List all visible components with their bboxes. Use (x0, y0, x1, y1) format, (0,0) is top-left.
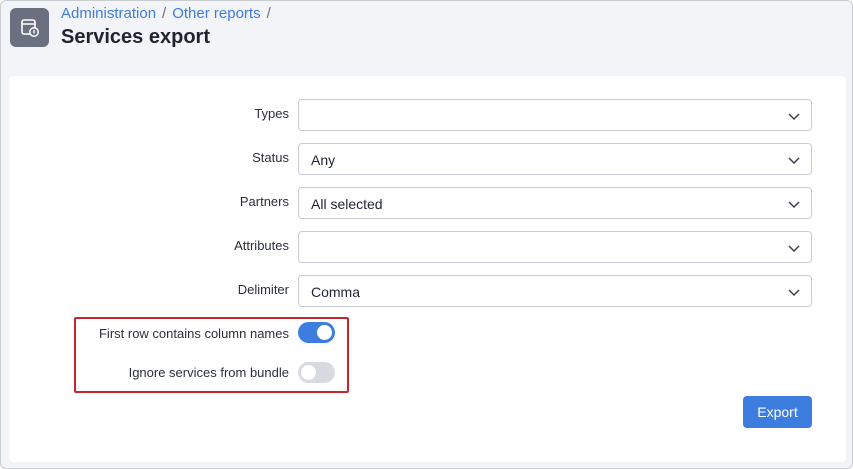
breadcrumb-separator: / (162, 5, 167, 22)
attributes-label: Attributes (234, 238, 289, 253)
toggle-knob (301, 365, 316, 380)
page-header: Administration / Other reports / Services e… (1, 1, 852, 71)
delimiter-select[interactable]: Comma (298, 275, 812, 307)
partners-select[interactable]: All selected (298, 187, 812, 219)
page-title: Services export (61, 26, 210, 48)
status-select[interactable]: Any (298, 143, 812, 175)
first-row-toggle[interactable] (298, 322, 335, 343)
toggle-knob (317, 325, 332, 340)
chevron-down-icon (788, 157, 800, 165)
ignore-bundle-label: Ignore services from bundle (128, 365, 289, 380)
delimiter-value: Comma (311, 284, 361, 300)
chevron-down-icon (788, 201, 800, 209)
app-window: Administration / Other reports / Services e… (0, 0, 853, 469)
breadcrumb: Administration / Other reports / (61, 5, 277, 22)
status-value: Any (311, 152, 336, 168)
types-label: Types (254, 106, 289, 121)
attributes-select[interactable] (298, 231, 812, 263)
status-label: Status (252, 150, 289, 165)
export-form-panel: Types Status Any Partners All selected A… (9, 76, 846, 462)
types-select[interactable] (298, 99, 812, 131)
delimiter-label: Delimiter (237, 282, 289, 297)
first-row-label: First row contains column names (98, 326, 289, 341)
report-document-icon (10, 8, 49, 47)
ignore-bundle-toggle[interactable] (298, 362, 335, 383)
chevron-down-icon (788, 289, 800, 297)
export-button[interactable]: Export (743, 396, 812, 428)
breadcrumb-other-reports[interactable]: Other reports (172, 5, 260, 22)
chevron-down-icon (788, 113, 800, 121)
breadcrumb-separator: / (266, 5, 271, 22)
partners-value: All selected (311, 196, 383, 212)
partners-label: Partners (239, 194, 289, 209)
breadcrumb-administration[interactable]: Administration (61, 5, 156, 22)
chevron-down-icon (788, 245, 800, 253)
